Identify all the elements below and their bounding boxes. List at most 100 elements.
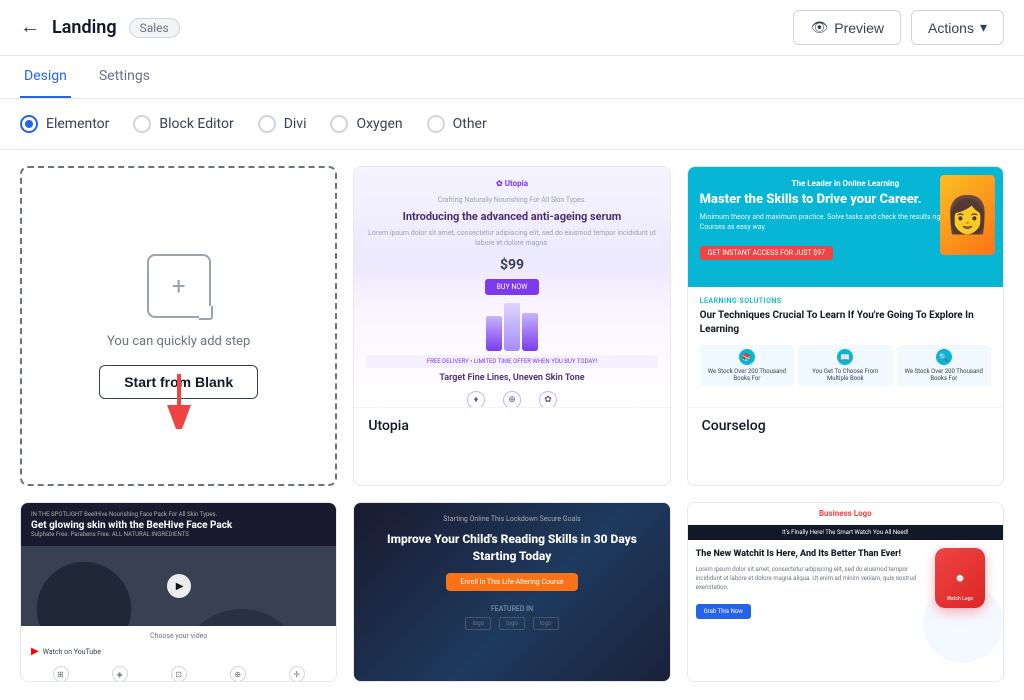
watch-cta-btn: Grab This Now: [696, 604, 751, 619]
watch-device-image: ⌚ Watch Logo: [935, 548, 985, 608]
courselog-cta-btn: GET INSTANT ACCESS FOR JUST $97: [700, 246, 833, 260]
courselog-body: LEARNING SOLUTIONS Our Techniques Crucia…: [688, 287, 1003, 396]
beehive-youtube-text: Watch on YouTube: [43, 648, 101, 656]
app-header: ← Landing Sales 👁 Preview Actions ▾: [0, 0, 1024, 56]
watch-business-logo: Business Logo: [819, 509, 872, 518]
play-button: ▶: [167, 574, 191, 598]
watch-body: The New Watchit Is Here, And Its Better …: [688, 540, 1003, 627]
utopia-desc: Lorem ipsum dolor sit amet, consectetur …: [366, 229, 657, 249]
template-card-utopia[interactable]: ✿ Utopia Crafting Naturally Nourishing F…: [353, 166, 670, 486]
radio-label-divi: Divi: [284, 116, 307, 132]
utopia-buy-btn: BUY NOW: [485, 279, 540, 295]
beehive-icon-2: ◈: [112, 666, 128, 682]
preview-button[interactable]: 👁 Preview: [793, 10, 901, 45]
reading-logo-row: logo logo logo: [465, 617, 558, 630]
beehive-preview: IN THE SPOTLIGHT BeelHive Nourishing Fac…: [21, 503, 336, 682]
tab-settings[interactable]: Settings: [95, 56, 154, 98]
beehive-youtube-row: ▶ Watch on YouTube: [21, 643, 336, 660]
radio-circle-divi: [258, 115, 276, 133]
beehive-title: Get glowing skin with the BeeHive Face P…: [31, 520, 326, 531]
watch-description: Lorem ipsum dolor sit amet, consectetur …: [696, 565, 919, 592]
template-card-watch[interactable]: Business Logo It's Finally Here! The Sma…: [687, 502, 1004, 682]
template-card-reading[interactable]: Starting Online This Lockdown Secure Goa…: [353, 502, 670, 682]
actions-button[interactable]: Actions ▾: [911, 10, 1004, 45]
beehive-top: IN THE SPOTLIGHT BeelHive Nourishing Fac…: [21, 503, 336, 546]
reading-logo-3: logo: [533, 617, 559, 630]
utopia-preview: ✿ Utopia Crafting Naturally Nourishing F…: [354, 167, 669, 407]
template-card-courselog[interactable]: The Leader in Online Learning Master the…: [687, 166, 1004, 486]
utopia-banner: FREE DELIVERY • LIMITED TIME OFFER WHEN …: [366, 355, 657, 368]
courselog-preview: The Leader in Online Learning Master the…: [688, 167, 1003, 407]
radio-oxygen[interactable]: Oxygen: [330, 115, 402, 133]
courselog-feature-1: 📚 We Stock Over 200 Thousand Books For: [700, 345, 794, 386]
beehive-spotlight-text: IN THE SPOTLIGHT BeelHive Nourishing Fac…: [31, 511, 326, 518]
arrow-indicator: [149, 369, 209, 429]
radio-block-editor[interactable]: Block Editor: [133, 115, 233, 133]
template-card-beehive[interactable]: IN THE SPOTLIGHT BeelHive Nourishing Fac…: [20, 502, 337, 682]
beehive-icon-5: ✛: [289, 666, 305, 682]
beehive-subtitle: Sulphate Free. Parabens Free. ALL NATURA…: [31, 531, 326, 538]
utopia-headline: Introducing the advanced anti-ageing ser…: [403, 210, 622, 223]
youtube-icon: ▶: [31, 646, 39, 657]
reading-banner: Starting Online This Lockdown Secure Goa…: [443, 515, 580, 523]
reading-preview: Starting Online This Lockdown Secure Goa…: [354, 503, 669, 682]
utopia-label: Utopia: [354, 407, 669, 444]
feature-icon-2: 📖: [837, 349, 853, 365]
template-grid: + You can quickly add step Start from Bl…: [0, 150, 1024, 698]
page-badge: Sales: [129, 18, 180, 38]
tab-bar: Design Settings: [0, 56, 1024, 99]
radio-label-oxygen: Oxygen: [356, 116, 402, 132]
courselog-body-title: Our Techniques Crucial To Learn If You'r…: [700, 309, 991, 337]
tab-design[interactable]: Design: [20, 56, 71, 98]
courselog-feature-2: 📖 You Get To Choose From Multiple Book: [798, 345, 892, 386]
watch-headline: The New Watchit Is Here, And Its Better …: [696, 548, 919, 561]
watch-device-label: Watch Logo: [947, 596, 974, 602]
watch-banner: It's Finally Here! The Smart Watch You A…: [688, 525, 1003, 540]
reading-title: Improve Your Child's Reading Skills in 3…: [366, 531, 657, 565]
radio-elementor[interactable]: Elementor: [20, 115, 109, 133]
watch-preview: Business Logo It's Finally Here! The Sma…: [688, 503, 1003, 682]
utopia-price: $99: [500, 257, 524, 273]
watch-image-area: ⌚ Watch Logo: [925, 548, 995, 619]
reading-logo-2: logo: [499, 617, 525, 630]
radio-label-block-editor: Block Editor: [159, 116, 233, 132]
radio-divi[interactable]: Divi: [258, 115, 307, 133]
reading-logo-1: logo: [465, 617, 491, 630]
radio-label-elementor: Elementor: [46, 116, 109, 132]
radio-circle-block-editor: [133, 115, 151, 133]
actions-label: Actions: [928, 20, 974, 36]
feature-icon-3: 🔍: [936, 349, 952, 365]
reading-featured-label: FEATURED IN: [491, 605, 533, 613]
header-right: 👁 Preview Actions ▾: [793, 10, 1004, 45]
beehive-icon-3: ⊡: [171, 666, 187, 682]
beehive-choose-text: Choose your video: [21, 626, 336, 643]
feature-icon-1: 📚: [739, 349, 755, 365]
beehive-icon-1: ⊞: [53, 666, 69, 682]
utopia-tagline: Crafting Naturally Nourishing For All Sk…: [438, 196, 586, 204]
back-button[interactable]: ←: [20, 16, 40, 39]
utopia-feature-icons: ♦ ⊕ ✿: [467, 391, 557, 407]
radio-circle-oxygen: [330, 115, 348, 133]
beehive-icon-4: ⊕: [230, 666, 246, 682]
courselog-label: Courselog: [688, 407, 1003, 444]
radio-label-other: Other: [453, 116, 487, 132]
watch-text-area: The New Watchit Is Here, And Its Better …: [696, 548, 925, 619]
reading-content: Starting Online This Lockdown Secure Goa…: [366, 515, 657, 630]
utopia-brand: ✿ Utopia: [496, 179, 528, 188]
courselog-section-label: LEARNING SOLUTIONS: [700, 297, 991, 305]
preview-label: Preview: [834, 20, 884, 36]
utopia-subtitle: Target Fine Lines, Uneven Skin Tone: [439, 373, 584, 383]
blank-template-card[interactable]: + You can quickly add step Start from Bl…: [20, 166, 337, 486]
blank-card-text: You can quickly add step: [107, 334, 250, 349]
courselog-feature-3: 🔍 We Stock Over 200 Thousand Books For: [897, 345, 991, 386]
courselog-hero: The Leader in Online Learning Master the…: [688, 167, 1003, 287]
watch-header: Business Logo: [688, 503, 1003, 525]
beehive-video-area: ▶: [21, 546, 336, 626]
add-icon: +: [147, 254, 211, 318]
radio-other[interactable]: Other: [427, 115, 487, 133]
eye-icon: 👁: [810, 19, 828, 36]
radio-circle-other: [427, 115, 445, 133]
page-title: Landing: [52, 17, 117, 38]
builder-selector: Elementor Block Editor Divi Oxygen Other: [0, 99, 1024, 150]
reading-cta-btn: Enroll In This Life-Altering Course: [446, 573, 577, 591]
